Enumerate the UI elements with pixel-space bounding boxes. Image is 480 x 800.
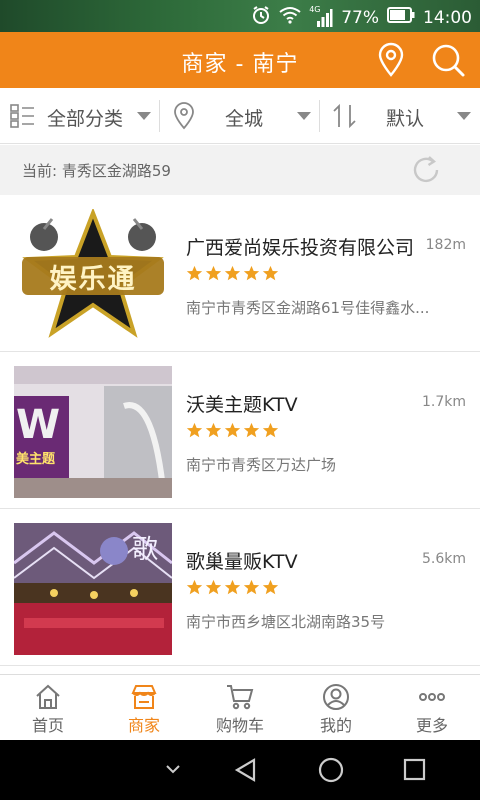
chevron-down-icon — [457, 112, 471, 120]
home-icon — [36, 684, 60, 709]
svg-text:W: W — [16, 402, 60, 448]
merchant-item[interactable]: W 美主题 沃美主题KTV 1.7km 南宁市青秀区万达广场 — [0, 352, 480, 509]
status-icons: 4G 77% 14:00 — [251, 5, 472, 30]
status-bar: 4G 77% 14:00 — [0, 0, 480, 32]
signal-icon: 4G — [309, 5, 333, 28]
rating-stars — [186, 422, 279, 439]
star-icon — [186, 579, 203, 595]
category-list-icon — [10, 104, 34, 128]
search-icon — [432, 44, 465, 77]
page-title: 商家 - 南宁 — [181, 52, 299, 77]
location-button[interactable] — [374, 42, 408, 78]
merchant-address: 南宁市青秀区万达广场 — [186, 456, 337, 474]
filter-sort-label: 默认 — [386, 108, 425, 130]
merchant-thumbnail-text: 美主题 — [16, 452, 56, 467]
tab-more[interactable]: 更多 — [384, 675, 480, 741]
star-icon — [205, 265, 222, 281]
tab-home[interactable]: 首页 — [0, 675, 96, 741]
merchant-distance: 5.6km — [421, 551, 466, 567]
tab-more-label: 更多 — [415, 716, 448, 735]
star-icon — [186, 265, 203, 281]
tab-cart[interactable]: 购物车 — [192, 675, 288, 741]
current-location-text: 当前: 青秀区金湖路59 — [22, 162, 171, 180]
rating-stars — [186, 579, 279, 596]
star-icon — [262, 265, 279, 281]
battery-icon — [387, 7, 415, 28]
tab-cart-label: 购物车 — [215, 716, 264, 735]
merchant-name: 歌巢量贩KTV — [186, 551, 298, 573]
current-location-bar: 当前: 青秀区金湖路59 — [0, 145, 480, 195]
merchant-address: 南宁市西乡塘区北湖南路35号 — [186, 613, 386, 631]
filter-area[interactable]: 全城 — [160, 88, 318, 144]
more-icon — [419, 693, 445, 701]
recent-apps-icon[interactable] — [402, 756, 428, 784]
filter-category[interactable]: 全部分类 — [0, 88, 158, 144]
merchant-thumbnail: W 美主题 — [14, 366, 172, 498]
tab-shops[interactable]: 商家 — [96, 675, 192, 741]
user-icon — [323, 684, 349, 710]
location-pin-icon — [378, 42, 404, 77]
wifi-icon — [279, 6, 301, 29]
search-button[interactable] — [430, 42, 466, 78]
merchant-thumbnail: 歌 — [14, 523, 172, 655]
filter-category-label: 全部分类 — [47, 108, 124, 130]
refresh-icon — [413, 156, 439, 183]
star-icon — [224, 422, 241, 438]
battery-percent: 77% — [341, 7, 379, 28]
tab-home-label: 首页 — [31, 716, 64, 735]
filter-bar: 全部分类 全城 默认 — [0, 88, 480, 144]
refresh-button[interactable] — [410, 154, 442, 186]
alarm-icon — [251, 5, 271, 30]
rating-stars — [186, 265, 279, 282]
merchant-name: 广西爱尚娱乐投资有限公司 — [186, 237, 415, 259]
star-icon — [262, 422, 279, 438]
tab-mine[interactable]: 我的 — [288, 675, 384, 741]
home-circle-icon[interactable] — [316, 756, 346, 786]
star-icon — [186, 422, 203, 438]
star-icon — [224, 579, 241, 595]
sort-icon — [333, 103, 356, 129]
merchant-distance: 182m — [425, 237, 466, 253]
system-nav-bar — [0, 740, 480, 800]
chevron-down-icon — [137, 112, 151, 120]
star-icon — [262, 579, 279, 595]
shop-icon — [131, 685, 157, 709]
star-icon — [205, 579, 222, 595]
filter-sort[interactable]: 默认 — [320, 88, 480, 144]
tab-shops-label: 商家 — [127, 716, 160, 735]
back-icon[interactable] — [232, 756, 260, 784]
merchant-name: 沃美主题KTV — [186, 394, 298, 416]
filter-area-label: 全城 — [225, 108, 264, 130]
merchant-thumbnail-text: 歌 — [132, 535, 159, 565]
merchant-thumbnail-text: 娱乐通 — [49, 264, 137, 295]
merchant-item[interactable]: 娱乐通 广西爱尚娱乐投资有限公司 182m 南宁市青秀区金湖路61号佳得鑫水..… — [0, 195, 480, 352]
clock: 14:00 — [423, 7, 472, 28]
star-icon — [243, 265, 260, 281]
star-icon — [243, 579, 260, 595]
merchant-address: 南宁市青秀区金湖路61号佳得鑫水... — [186, 299, 430, 317]
chevron-down-icon — [297, 112, 311, 120]
merchant-thumbnail: 娱乐通 — [14, 209, 172, 341]
star-icon — [243, 422, 260, 438]
tab-mine-label: 我的 — [319, 716, 352, 735]
cart-icon — [227, 685, 254, 710]
merchant-distance: 1.7km — [421, 394, 466, 410]
bottom-tab-bar: 首页 商家 购物车 我的 更多 — [0, 674, 480, 740]
location-pin-icon — [174, 102, 194, 130]
app-header: 商家 - 南宁 — [0, 32, 480, 88]
star-icon — [224, 265, 241, 281]
hide-keyboard-chevron-icon[interactable] — [164, 762, 182, 776]
star-icon — [205, 422, 222, 438]
merchant-item[interactable]: 歌 歌巢量贩KTV 5.6km 南宁市西乡塘区北湖南路35号 — [0, 509, 480, 666]
